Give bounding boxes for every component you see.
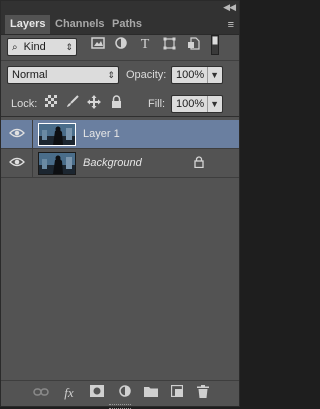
layer-row-layer-1[interactable]: Layer 1: [1, 120, 239, 149]
tab-channels[interactable]: Channels: [50, 15, 110, 34]
opacity-label: Opacity:: [126, 69, 167, 81]
toggle-icon[interactable]: [210, 35, 220, 55]
shape-icon[interactable]: [161, 37, 177, 53]
blend-mode-value: Normal: [12, 69, 48, 81]
visibility-toggle[interactable]: [1, 149, 33, 178]
lock-label: Lock:: [11, 98, 38, 110]
menu-icon[interactable]: ≡: [228, 19, 234, 31]
lock-icon[interactable]: [194, 156, 204, 171]
visibility-toggle[interactable]: [1, 120, 33, 149]
checker-icon[interactable]: [43, 95, 59, 111]
layer-thumbnail[interactable]: [38, 152, 76, 175]
panel-top-strip: ◀◀: [1, 1, 239, 15]
tab-paths[interactable]: Paths: [107, 15, 147, 34]
chevron-updown-icon: ⇕: [107, 70, 115, 80]
divider: [1, 60, 239, 61]
fill-label: Fill:: [148, 98, 166, 110]
type-icon[interactable]: T: [137, 37, 153, 53]
chevron-down-icon[interactable]: ▼: [207, 67, 219, 83]
fill-field[interactable]: 100% ▼: [171, 95, 223, 113]
chevron-down-icon[interactable]: ▼: [207, 96, 219, 112]
adjustment-layer-icon[interactable]: [117, 385, 133, 401]
eye-icon: [9, 157, 25, 169]
smart-object-icon[interactable]: [185, 37, 201, 53]
brush-icon[interactable]: [64, 95, 80, 111]
layers-panel: ◀◀ Layers Channels Paths ≡ ⌕ Kind ⇕ T No…: [0, 0, 240, 409]
layer-row-background[interactable]: Background: [1, 149, 239, 178]
layer-thumbnail[interactable]: [38, 123, 76, 146]
eye-icon: [9, 128, 25, 140]
move-icon[interactable]: [86, 95, 102, 111]
adjustment-icon[interactable]: [113, 37, 129, 53]
bottom-toolbar: fx: [1, 380, 239, 405]
blend-mode-dropdown[interactable]: Normal ⇕: [7, 66, 119, 84]
layer-name: Background: [83, 157, 142, 169]
lock-icon[interactable]: [108, 95, 124, 111]
filter-kind-label: Kind: [23, 41, 46, 53]
group-folder-icon[interactable]: [143, 385, 159, 401]
tab-bar: Layers Channels Paths ≡: [1, 15, 239, 35]
new-layer-icon[interactable]: [169, 384, 185, 401]
layer-name: Layer 1: [83, 128, 120, 140]
tab-layers[interactable]: Layers: [5, 15, 51, 34]
fill-value: 100%: [176, 98, 205, 110]
opacity-value: 100%: [176, 69, 205, 81]
link-icon[interactable]: [33, 385, 49, 401]
filter-kind-dropdown[interactable]: ⌕ Kind ⇕: [7, 38, 77, 56]
chevron-updown-icon: ⇕: [65, 42, 73, 52]
layers-list: Layer 1 Background: [1, 117, 239, 382]
trash-icon[interactable]: [195, 385, 211, 401]
double-chevron-icon[interactable]: ◀◀: [223, 2, 236, 13]
mask-icon[interactable]: [89, 385, 105, 401]
image-icon[interactable]: [90, 37, 106, 53]
opacity-field[interactable]: 100% ▼: [171, 66, 223, 84]
fx-icon[interactable]: fx: [61, 385, 77, 401]
search-icon: ⌕: [12, 42, 18, 53]
